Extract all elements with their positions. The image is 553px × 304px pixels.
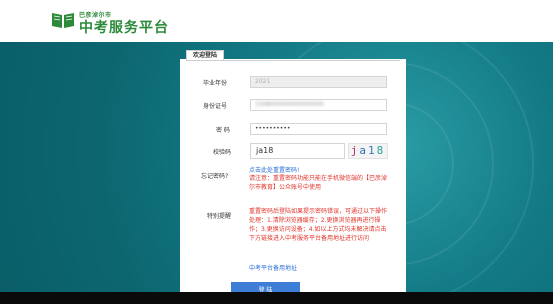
backup-address-link[interactable]: 中考平台备用地址 [249, 263, 297, 272]
id-number-field[interactable]: 150800000000000000 [250, 99, 387, 111]
captcha-char: 1 [368, 144, 377, 157]
captcha-char: a [359, 144, 368, 157]
panel-divider [186, 60, 400, 61]
logo-title: 中考服务平台 [79, 20, 169, 36]
special-notice-label: 特别提醒 [207, 213, 232, 220]
year-value: 2021 [255, 78, 271, 85]
captcha-char: 8 [376, 144, 386, 157]
special-notice-text: 重置密码后登陆如果提示密码错误，可通过以下操作处理：1.清除浏览器缓存；2.更换… [249, 208, 388, 242]
captcha-input[interactable]: ja18 [250, 143, 345, 159]
open-book-icon [52, 13, 74, 28]
captcha-image[interactable]: ja18 [348, 143, 388, 159]
password-label: 密 码 [216, 127, 230, 134]
captcha-label: 校验码 [213, 149, 232, 156]
reset-password-link[interactable]: 点击此处重置密码! [249, 165, 299, 174]
password-field[interactable]: •••••••••• [250, 123, 387, 135]
id-label: 身份证号 [203, 103, 228, 110]
year-label: 毕业年份 [203, 80, 228, 87]
forgot-password-label: 忘记密码? [201, 173, 229, 180]
password-value: •••••••••• [255, 125, 291, 132]
top-header: 巴彦淖尔市 中考服务平台 [0, 0, 553, 43]
id-number-value: 150800000000000000 [255, 101, 324, 108]
year-field: 2021 [250, 76, 387, 88]
reset-password-note: 请注意：重置密码功能只能在手机微信端的【巴彦淖尔市教育】公众账号中使用 [249, 175, 388, 191]
bottom-bar [0, 292, 553, 304]
